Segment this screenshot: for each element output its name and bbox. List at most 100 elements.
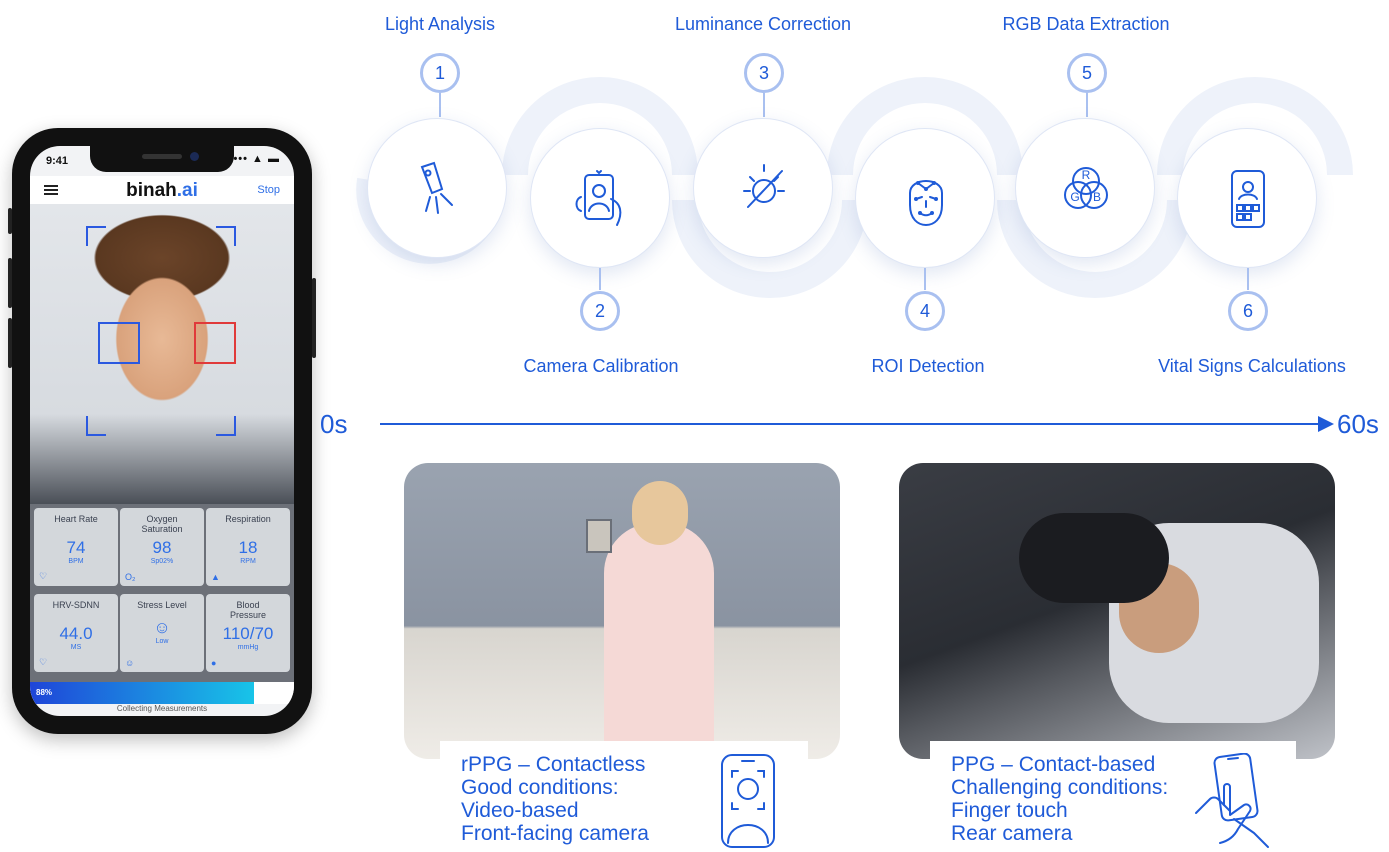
rppg-caption-line-3: Video-based [461, 799, 579, 822]
phone-notch [90, 146, 234, 172]
phone-face-icon [721, 754, 775, 848]
step-5-number: 5 [1067, 53, 1107, 93]
vital-value: 44.0 [59, 624, 93, 643]
step-3-circle [693, 118, 833, 258]
step-2-circle [530, 128, 670, 268]
timeline-line [380, 423, 1320, 425]
step-6-title: Vital Signs Calculations [1158, 356, 1346, 376]
face-landmarks-icon [909, 180, 943, 227]
brand-name: binah [126, 180, 177, 201]
face-bracket-top-right [216, 226, 236, 246]
step-4-title: ROI Detection [871, 356, 985, 376]
step-5-circle: R G B [1015, 118, 1155, 258]
lungs-icon: ▲ [211, 572, 220, 582]
rgb-r-label: R [1082, 168, 1091, 182]
vital-unit: mmHg [237, 644, 259, 651]
roi-box-right-cheek [194, 322, 236, 364]
person-hair [1019, 513, 1169, 603]
stop-button[interactable]: Stop [257, 184, 280, 196]
luminance-icon [743, 164, 785, 208]
flashlight-icon [420, 161, 453, 214]
drop-icon: ● [211, 658, 217, 668]
vital-tile-heart-rate: Heart Rate 74 BPM ♡ [34, 508, 118, 586]
camera-face-preview [30, 204, 294, 504]
photo-woman-in-bed-with-phone [899, 463, 1335, 759]
rgb-venn-icon: R G B [1064, 167, 1108, 209]
rppg-caption-line-4: Front-facing camera [461, 822, 649, 845]
app-logo: binah.ai [30, 180, 294, 202]
progress-percent: 88% [36, 688, 53, 697]
ppg-caption-text: PPG – Contact-based Challenging conditio… [951, 753, 1168, 845]
heart-icon: ♡ [39, 571, 48, 581]
step-2-title: Camera Calibration [523, 356, 679, 376]
status-time: 9:41 [46, 155, 69, 167]
person-head [632, 481, 688, 545]
phone-face-grid-icon [1231, 170, 1265, 228]
vital-tile-stress-level: Stress Level ☺ Low ☺ [120, 594, 204, 672]
brand-suffix: .ai [176, 180, 198, 201]
step-1-connector [439, 93, 441, 117]
vital-label: Respiration [225, 514, 271, 524]
step-4-connector [924, 268, 926, 290]
step-1-circle [367, 118, 507, 258]
vital-label: Oxygen Saturation [141, 514, 183, 534]
ppg-caption-line-1: PPG – Contact-based [951, 753, 1156, 776]
vital-unit: Low [155, 638, 169, 645]
vital-unit: Sp02% [150, 558, 174, 565]
vital-label: Blood Pressure [229, 600, 266, 620]
rppg-caption-line-1: rPPG – Contactless [461, 753, 646, 776]
front-camera-icon [190, 152, 199, 161]
rppg-caption: rPPG – Contactless Good conditions: Vide… [440, 741, 808, 852]
signal-wifi-battery-icon: ••• ▲ ▬ [233, 153, 280, 165]
ppg-caption-line-3: Finger touch [951, 799, 1068, 822]
vital-unit: BPM [68, 558, 84, 565]
step-5-title: RGB Data Extraction [1002, 14, 1170, 34]
rgb-g-label: G [1070, 190, 1079, 204]
step-6-circle [1177, 128, 1317, 268]
phone-mockup: 9:41 ••• ▲ ▬ binah.ai Stop Heart Rate 74… [8, 128, 316, 734]
step-2-number: 2 [580, 291, 620, 331]
step-3-connector [763, 93, 765, 117]
phone-mute-switch [8, 208, 12, 234]
oxygen-icon: O₂ [125, 572, 136, 582]
step-4-circle [855, 128, 995, 268]
step-6-connector [1247, 268, 1249, 290]
timeline-start-label: 0s [320, 409, 348, 439]
progress-fill [30, 682, 255, 704]
rppg-caption-text: rPPG – Contactless Good conditions: Vide… [461, 753, 649, 845]
app-header: binah.ai Stop [30, 176, 294, 204]
vital-unit: RPM [240, 558, 256, 565]
vital-tile-hrv-sdnn: HRV-SDNN 44.0 MS ♡ [34, 594, 118, 672]
smiley-icon: ☺ [153, 618, 171, 637]
vital-tile-oxygen-saturation: Oxygen Saturation 98 Sp02% O₂ [120, 508, 204, 586]
roi-box-left-cheek [98, 322, 140, 364]
phone-volume-down [8, 318, 12, 368]
vital-value: 98 [152, 538, 172, 557]
progress-status-text: Collecting Measurements [116, 704, 208, 713]
smiley-small-icon: ☺ [125, 658, 135, 668]
vital-value: 18 [238, 538, 258, 557]
hand-touch-phone-icon [1195, 753, 1269, 848]
face-bracket-bottom-left [86, 416, 106, 436]
ppg-caption: PPG – Contact-based Challenging conditio… [930, 741, 1296, 852]
phone-screen: 9:41 ••• ▲ ▬ binah.ai Stop Heart Rate 74… [30, 146, 294, 716]
speaker-grille [142, 154, 182, 159]
wall-frame [586, 519, 612, 553]
rppg-caption-line-2: Good conditions: [461, 776, 619, 799]
step-6-number: 6 [1228, 291, 1268, 331]
step-1-title: Light Analysis [384, 14, 496, 34]
timeline-arrow-icon [1318, 416, 1334, 432]
phone-volume-up [8, 258, 12, 308]
face-bracket-top-left [86, 226, 106, 246]
vital-value: 110/70 [222, 624, 274, 643]
ppg-caption-line-2: Challenging conditions: [951, 776, 1169, 799]
step-3-number: 3 [744, 53, 784, 93]
step-2-connector [599, 268, 601, 290]
timeline-end-label: 60s [1337, 409, 1379, 439]
vital-label: HRV-SDNN [52, 600, 100, 610]
step-3-title: Luminance Correction [674, 14, 852, 34]
phone-power-button [312, 278, 316, 358]
vital-label: Stress Level [137, 600, 187, 610]
heart-pulse-icon: ♡ [39, 657, 48, 667]
rgb-b-label: B [1093, 190, 1101, 204]
